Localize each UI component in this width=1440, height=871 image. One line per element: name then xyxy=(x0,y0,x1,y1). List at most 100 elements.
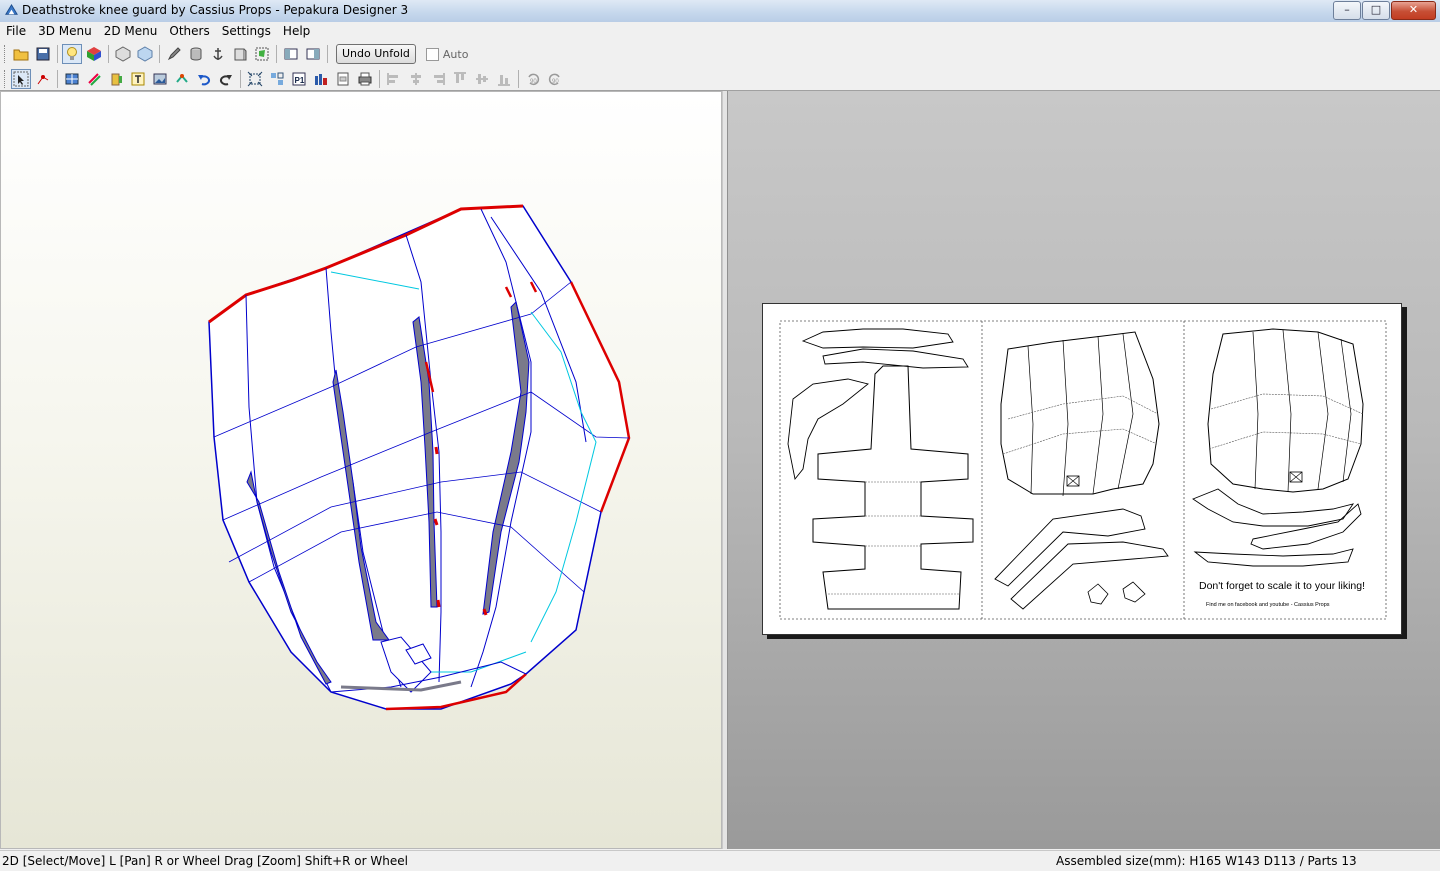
align-left-button[interactable] xyxy=(384,69,404,89)
knee-guard-3d-model[interactable] xyxy=(1,92,721,848)
fit-view-button[interactable] xyxy=(245,69,265,89)
menu-file[interactable]: File xyxy=(0,22,32,41)
page-setup-button[interactable] xyxy=(311,69,331,89)
join-button[interactable] xyxy=(186,44,206,64)
undo-button[interactable] xyxy=(194,69,214,89)
auto-label: Auto xyxy=(442,47,469,61)
rotate-right-icon: 90 xyxy=(548,73,560,86)
window-title: Deathstroke knee guard by Cassius Props … xyxy=(22,3,409,17)
pattern-drawing: Don't forget to scale it to your liking!… xyxy=(779,320,1387,620)
edit-toolbar: P1 90 90 xyxy=(0,67,1440,91)
toolbar-grip[interactable] xyxy=(4,45,8,63)
rotate-left-90-button[interactable]: 90 xyxy=(523,69,543,89)
redo-button[interactable] xyxy=(216,69,236,89)
align-middle-icon xyxy=(476,74,488,84)
text-button[interactable] xyxy=(128,69,148,89)
menu-others[interactable]: Others xyxy=(163,22,215,41)
arrange-button[interactable] xyxy=(267,69,287,89)
anchor-button[interactable] xyxy=(208,44,228,64)
auto-checkbox[interactable]: Auto xyxy=(425,47,469,61)
shaded-button[interactable] xyxy=(135,44,155,64)
svg-text:90: 90 xyxy=(552,79,559,85)
rotate-part-button[interactable] xyxy=(33,69,53,89)
status-mode-hint: 2D [Select/Move] L [Pan] R or Wheel Drag… xyxy=(2,854,408,868)
texture-toggle-button[interactable] xyxy=(84,44,104,64)
green-face-icon xyxy=(255,47,269,61)
pattern-sheet[interactable]: Don't forget to scale it to your liking!… xyxy=(762,303,1402,635)
cube-outline-icon xyxy=(115,46,131,62)
layout-split-button[interactable] xyxy=(303,44,323,64)
print-layout-button[interactable] xyxy=(62,69,82,89)
blue-grid-icon xyxy=(65,73,79,85)
paper-credit-text: Find me on facebook and youtube - Cassiu… xyxy=(1206,602,1330,608)
select-move-button[interactable] xyxy=(11,69,31,89)
open-button[interactable] xyxy=(11,44,31,64)
image-button[interactable] xyxy=(150,69,170,89)
node-icon xyxy=(37,75,49,85)
align-center-button[interactable] xyxy=(406,69,426,89)
flap-edit-button[interactable] xyxy=(106,69,126,89)
pepakura-app-icon xyxy=(5,3,18,15)
text-t-icon xyxy=(131,72,145,86)
main-toolbar: Undo Unfold Auto xyxy=(0,42,1440,66)
print-preview-button[interactable] xyxy=(333,69,353,89)
arrange-icon xyxy=(271,72,284,85)
flap-icon xyxy=(234,48,247,61)
maximize-button[interactable]: □ xyxy=(1362,1,1390,20)
tab-icon xyxy=(111,73,122,86)
join-parts-button[interactable] xyxy=(172,69,192,89)
menu-3d[interactable]: 3D Menu xyxy=(32,22,98,41)
page-layout-icon xyxy=(315,74,327,85)
save-button[interactable] xyxy=(33,44,53,64)
printer-icon xyxy=(358,72,372,86)
light-toggle-button[interactable] xyxy=(62,44,82,64)
menu-2d[interactable]: 2D Menu xyxy=(98,22,164,41)
align-right-button[interactable] xyxy=(428,69,448,89)
select-arrow-icon xyxy=(13,71,29,87)
svg-text:P1: P1 xyxy=(295,76,305,85)
open-folder-icon xyxy=(13,49,29,61)
layout-single-button[interactable] xyxy=(281,44,301,64)
lightbulb-icon xyxy=(67,47,77,60)
menu-bar: File 3D Menu 2D Menu Others Settings Hel… xyxy=(0,22,1440,41)
align-right-icon xyxy=(434,73,445,85)
fit-frame-icon xyxy=(247,71,263,87)
close-button[interactable]: ✕ xyxy=(1391,1,1436,20)
cylinder-icon xyxy=(190,47,202,61)
undo-unfold-button[interactable]: Undo Unfold xyxy=(336,44,416,64)
joint-icon xyxy=(176,74,188,83)
status-bar: 2D [Select/Move] L [Pan] R or Wheel Drag… xyxy=(0,850,1440,871)
rotate-right-90-button[interactable]: 90 xyxy=(545,69,565,89)
page-numbers-button[interactable]: P1 xyxy=(289,69,309,89)
toolbar-grip-2[interactable] xyxy=(4,70,8,88)
minimize-button[interactable]: – xyxy=(1333,1,1361,20)
rotate-left-icon: 90 xyxy=(528,73,540,86)
edge-id-button[interactable] xyxy=(84,69,104,89)
picture-icon xyxy=(153,73,167,85)
flaps-button[interactable] xyxy=(230,44,250,64)
page-number-icon: P1 xyxy=(292,72,306,86)
3d-view-pane[interactable] xyxy=(0,91,722,849)
window-split-icon xyxy=(306,48,320,60)
menu-settings[interactable]: Settings xyxy=(216,22,277,41)
menu-help[interactable]: Help xyxy=(277,22,316,41)
window-layout-icon xyxy=(284,48,298,60)
color-cube-icon xyxy=(87,47,101,61)
align-middle-button[interactable] xyxy=(472,69,492,89)
align-bottom-button[interactable] xyxy=(494,69,514,89)
undo-arrow-icon xyxy=(198,75,211,86)
status-assembled-size: Assembled size(mm): H165 W143 D113 / Par… xyxy=(1056,854,1357,868)
print-button[interactable] xyxy=(355,69,375,89)
select-face-button[interactable] xyxy=(252,44,272,64)
align-bottom-icon xyxy=(498,75,510,86)
shaded-cube-icon xyxy=(137,46,153,62)
edit-button[interactable] xyxy=(164,44,184,64)
auto-checkbox-box[interactable] xyxy=(425,47,439,61)
align-top-button[interactable] xyxy=(450,69,470,89)
title-bar[interactable]: Deathstroke knee guard by Cassius Props … xyxy=(0,0,1440,23)
pencil-icon xyxy=(167,47,181,61)
wireframe-button[interactable] xyxy=(113,44,133,64)
redo-arrow-icon xyxy=(219,75,232,86)
preview-icon xyxy=(337,72,349,86)
align-center-icon xyxy=(411,73,421,85)
